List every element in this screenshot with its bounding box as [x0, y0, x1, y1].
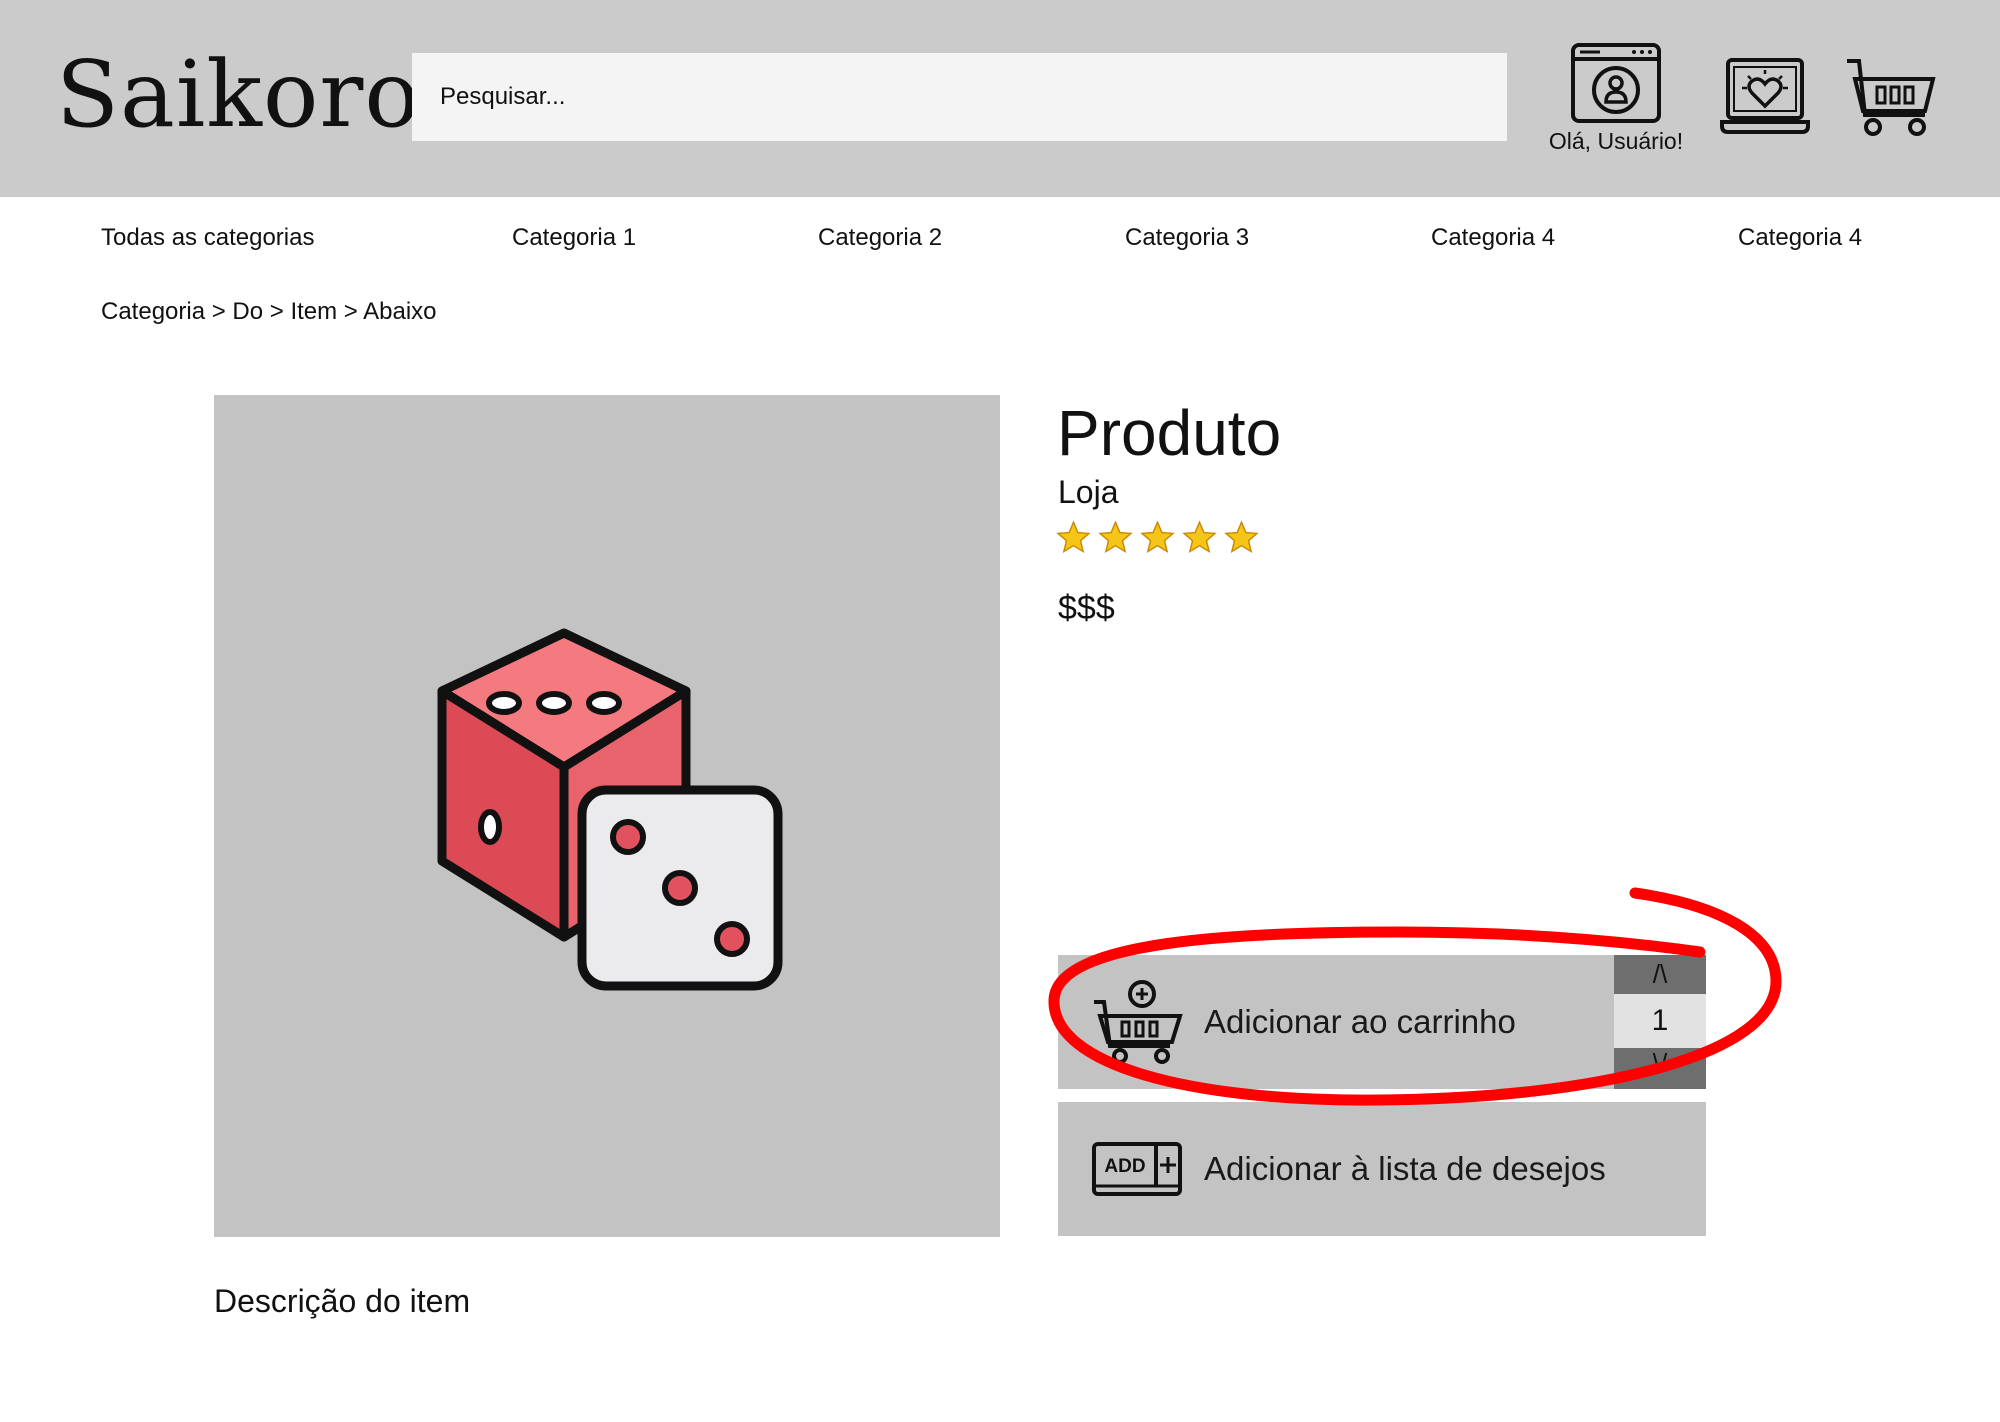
add-to-cart-label: Adicionar ao carrinho: [1204, 1003, 1516, 1040]
product-image: [214, 395, 1000, 1237]
star-icon: [1098, 520, 1133, 554]
quantity-decrement-button[interactable]: \/: [1614, 1048, 1706, 1089]
category-4[interactable]: Categoria 4: [1431, 218, 1555, 258]
add-to-cart-button[interactable]: Adicionar ao carrinho: [1058, 955, 1706, 1089]
category-2[interactable]: Categoria 2: [818, 218, 942, 258]
product-rating: [1056, 520, 1259, 570]
store-link[interactable]: Loja: [1058, 470, 1119, 514]
product-price: $$$: [1058, 589, 1115, 627]
quantity-stepper: /\ \/: [1614, 955, 1706, 1089]
dice-icon: [437, 628, 783, 991]
cart-icon[interactable]: [1845, 55, 1937, 139]
star-icon: [1140, 520, 1175, 554]
site-header: Saikoro Olá, Usuário!: [0, 0, 2000, 197]
product-description: Descrição do item: [214, 1283, 471, 1319]
category-nav: Todas as categorias Categoria 1 Categori…: [0, 218, 2000, 258]
add-wishlist-icon: ADD: [1092, 1142, 1182, 1196]
star-icon: [1224, 520, 1259, 554]
category-1[interactable]: Categoria 1: [512, 218, 636, 258]
add-to-wishlist-button[interactable]: ADD Adicionar à lista de desejos: [1058, 1102, 1706, 1236]
star-icon: [1056, 520, 1091, 554]
user-greeting: Olá, Usuário!: [1548, 128, 1684, 154]
category-all[interactable]: Todas as categorias: [101, 218, 314, 258]
search-input[interactable]: [412, 53, 1507, 141]
category-3[interactable]: Categoria 3: [1125, 218, 1249, 258]
user-account-button[interactable]: Olá, Usuário!: [1540, 42, 1692, 162]
quantity-increment-button[interactable]: /\: [1614, 955, 1706, 994]
wishlist-icon[interactable]: [1720, 56, 1810, 136]
star-icon: [1182, 520, 1217, 554]
cart-add-icon: [1094, 980, 1183, 1064]
breadcrumb[interactable]: Categoria > Do > Item > Abaixo: [101, 293, 437, 331]
quantity-input[interactable]: [1614, 994, 1706, 1048]
add-to-wishlist-label: Adicionar à lista de desejos: [1204, 1150, 1606, 1187]
add-badge-text: ADD: [1104, 1156, 1145, 1177]
user-account-icon: [1571, 43, 1661, 123]
category-4-duplicate[interactable]: Categoria 4: [1738, 218, 1862, 258]
product-title: Produto: [1057, 397, 1282, 469]
site-logo[interactable]: Saikoro: [56, 40, 421, 150]
